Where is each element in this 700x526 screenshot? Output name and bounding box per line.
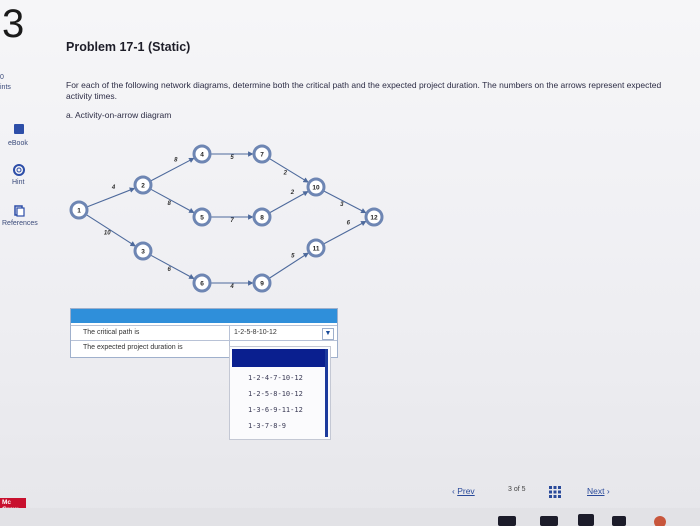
activity-time-label: 8 <box>174 157 178 163</box>
node-label: 5 <box>200 214 204 221</box>
dropdown-option[interactable]: 1-2-5-8-10-12 <box>248 390 303 398</box>
sidebar-item-label: eBook <box>8 140 28 147</box>
arrow-1-3 <box>85 213 136 247</box>
dropdown-option[interactable]: 1-3-7-8-9 <box>248 422 286 430</box>
node-10: 10 <box>306 177 326 197</box>
problem-title: Problem 17-1 (Static) <box>66 40 191 54</box>
critical-path-value: 1-2-5-8-10-12 <box>234 329 277 336</box>
answer-table-header <box>71 309 337 323</box>
book-icon <box>14 124 24 134</box>
arrow-7-10 <box>268 157 309 183</box>
points-value: 0 <box>0 74 4 81</box>
page-total: 5 <box>521 486 526 493</box>
node-6: 6 <box>192 273 212 293</box>
activity-time-label: 2 <box>290 190 295 196</box>
taskbar <box>0 508 700 526</box>
node-7: 7 <box>252 144 272 164</box>
dropdown-option-selected[interactable] <box>232 349 326 367</box>
node-label: 1 <box>77 207 81 214</box>
arrow-10-12 <box>322 190 367 214</box>
node-1: 1 <box>69 200 89 220</box>
prev-button[interactable]: ‹ Prev <box>452 486 475 496</box>
node-9: 9 <box>252 273 272 293</box>
node-label: 2 <box>141 182 145 189</box>
chevron-down-icon[interactable]: ▼ <box>322 328 334 340</box>
node-3: 3 <box>133 241 153 261</box>
network-diagram: 41088657422536 123456789101112 <box>69 144 384 293</box>
arrow-8-10 <box>268 190 309 214</box>
dropdown-option[interactable]: 1-3-6-9-11-12 <box>248 406 303 414</box>
activity-time-label: 4 <box>111 185 116 191</box>
part-a-label: a. Activity-on-arrow diagram <box>66 110 172 120</box>
activity-time-label: 6 <box>347 220 351 226</box>
activity-time-label: 3 <box>340 202 344 208</box>
chevron-right-icon: › <box>604 486 610 496</box>
arrow-1-2 <box>86 187 136 208</box>
critical-path-label: The critical path is <box>83 329 140 336</box>
node-label: 11 <box>313 245 320 252</box>
arrow-3-6 <box>149 254 195 280</box>
node-12: 12 <box>364 207 384 227</box>
sidebar-item-label: References <box>2 220 38 227</box>
question-number: 3 <box>2 2 25 46</box>
dropdown-scrollbar[interactable] <box>325 349 328 437</box>
activity-time-label: 5 <box>291 254 295 260</box>
reference-icon <box>14 205 25 217</box>
node-label: 9 <box>260 280 264 287</box>
arrow-2-4 <box>149 157 195 182</box>
grid-icon[interactable] <box>549 486 561 498</box>
arrow-2-5 <box>149 188 195 214</box>
arrow-11-12 <box>322 220 367 245</box>
activity-time-label: 7 <box>230 218 234 224</box>
node-label: 8 <box>260 214 264 221</box>
node-11: 11 <box>306 238 326 258</box>
node-label: 12 <box>370 214 378 221</box>
next-label: Next <box>587 486 605 496</box>
sidebar-item-label: Hint <box>12 179 25 186</box>
node-label: 6 <box>200 280 204 287</box>
critical-path-row: The critical path is 1-2-5-8-10-12 ▼ <box>71 325 337 340</box>
node-5: 5 <box>192 207 212 227</box>
problem-instructions: For each of the following network diagra… <box>66 80 662 101</box>
next-button[interactable]: Next › <box>587 486 610 496</box>
path-dropdown-list: 1-2-4-7-10-12 1-2-5-8-10-12 1-3-6-9-11-1… <box>229 346 331 440</box>
critical-path-select[interactable]: 1-2-5-8-10-12 ▼ <box>229 326 337 340</box>
node-4: 4 <box>192 144 212 164</box>
node-2: 2 <box>133 175 153 195</box>
prev-label: Prev <box>457 486 475 496</box>
activity-time-label: 5 <box>230 155 234 161</box>
activity-time-label: 8 <box>167 201 171 207</box>
activity-time-label: 2 <box>283 170 288 176</box>
page-indicator: 3 of 5 <box>508 486 526 493</box>
node-label: 10 <box>312 184 320 191</box>
activity-time-label: 4 <box>229 284 234 290</box>
node-8: 8 <box>252 207 272 227</box>
arrow-9-11 <box>268 252 309 280</box>
node-label: 4 <box>200 151 204 158</box>
points-label: ints <box>0 84 11 91</box>
node-label: 7 <box>260 151 264 158</box>
page-current: 3 <box>508 486 512 493</box>
duration-label: The expected project duration is <box>83 344 183 351</box>
page-of: of <box>513 486 520 493</box>
activity-time-label: 6 <box>167 267 171 273</box>
sidebar: 0 ints eBook Hint References <box>0 60 50 260</box>
dropdown-option[interactable]: 1-2-4-7-10-12 <box>248 374 303 382</box>
lifebuoy-icon <box>13 164 25 176</box>
activity-time-label: 10 <box>104 230 111 236</box>
node-label: 3 <box>141 248 145 255</box>
